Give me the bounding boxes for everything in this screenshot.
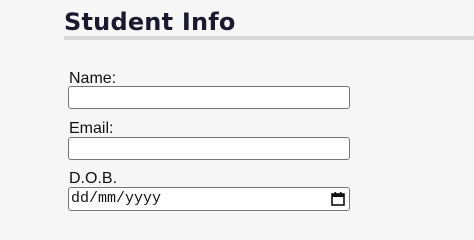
calendar-icon[interactable] bbox=[330, 191, 346, 207]
name-field[interactable] bbox=[68, 86, 350, 109]
email-label: Email: bbox=[69, 120, 114, 137]
email-field[interactable] bbox=[68, 137, 350, 160]
title-divider bbox=[64, 36, 474, 40]
dob-date-placeholder: dd/mm/yyyy bbox=[71, 190, 162, 207]
dob-label: D.O.B. bbox=[69, 170, 118, 187]
page-title: Student Info bbox=[64, 8, 236, 36]
dob-date-field[interactable]: dd/mm/yyyy bbox=[68, 187, 350, 211]
